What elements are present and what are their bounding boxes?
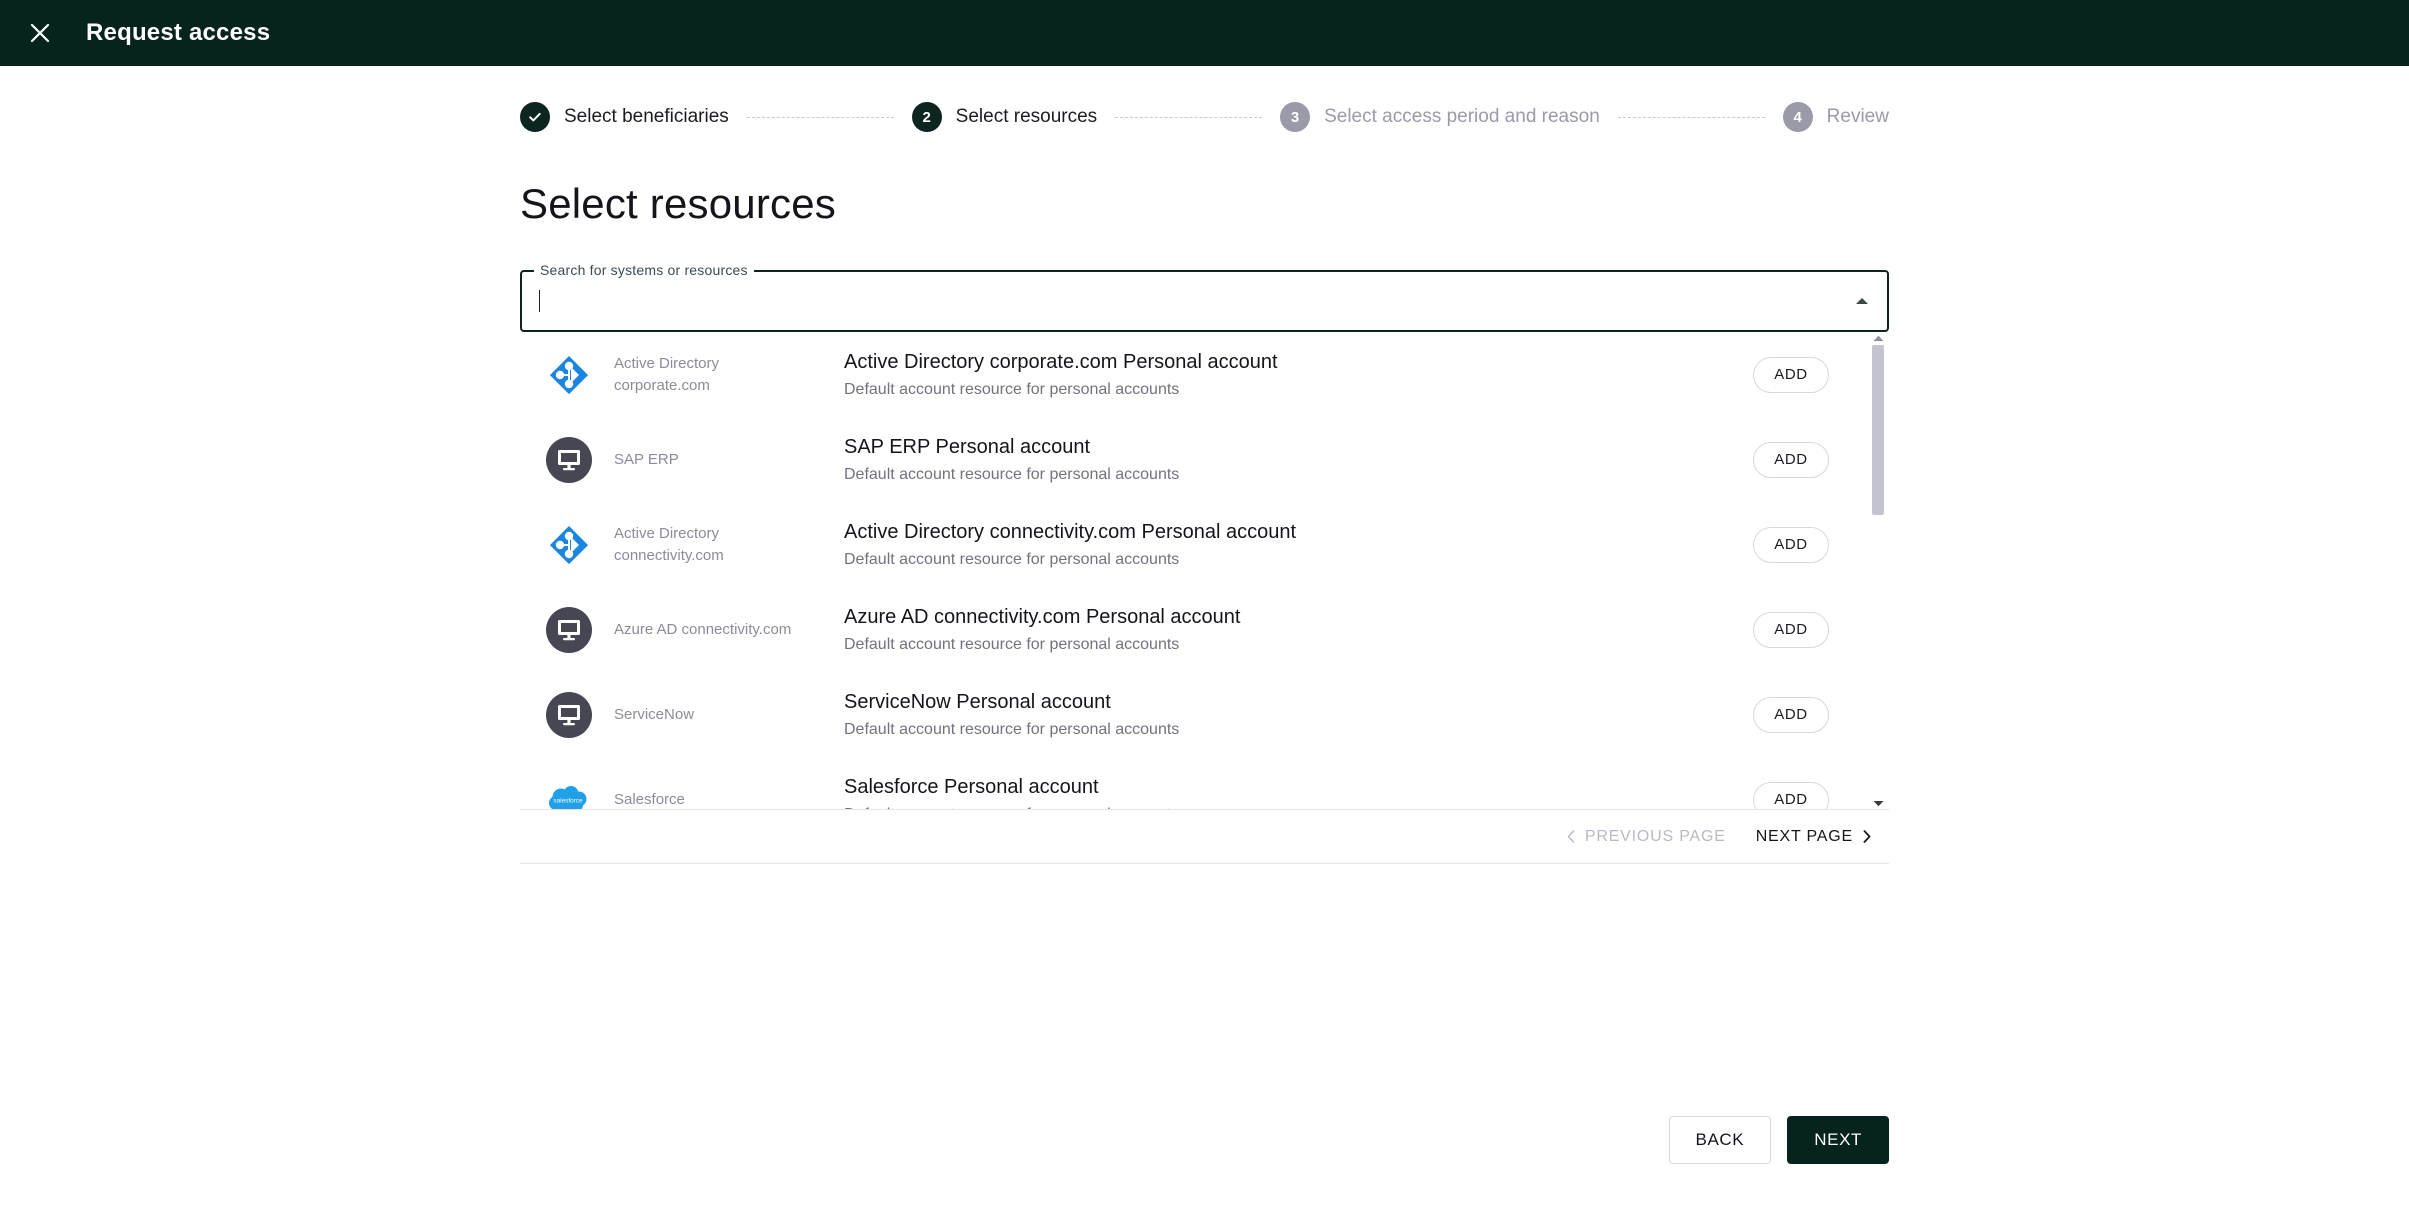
system-line-1: Active Directory	[614, 355, 719, 372]
list-item-subtitle: Default account resource for personal ac…	[844, 550, 1753, 571]
active-directory-icon	[546, 352, 592, 398]
page-title: Select resources	[520, 180, 1889, 228]
list-item-title: Active Directory corporate.com Personal …	[844, 349, 1753, 375]
system-line-1: SAP ERP	[614, 451, 679, 468]
add-button[interactable]: ADD	[1753, 442, 1829, 478]
add-button[interactable]: ADD	[1753, 527, 1829, 563]
list-item-title: Salesforce Personal account	[844, 774, 1753, 800]
list-item[interactable]: Azure AD connectivity.com Azure AD conne…	[520, 587, 1889, 672]
step-marker-3: 3	[1280, 102, 1310, 132]
app-title: Request access	[86, 19, 270, 47]
chevron-left-icon	[1567, 830, 1575, 843]
list-item-main: Salesforce Personal account Default acco…	[844, 774, 1753, 810]
check-icon	[527, 109, 543, 125]
list-item-title: ServiceNow Personal account	[844, 689, 1753, 715]
list-item-system: SAP ERP	[614, 449, 824, 471]
close-button[interactable]	[20, 13, 60, 53]
list-item-system: ServiceNow	[614, 704, 824, 726]
wizard-footer: BACK NEXT	[1669, 1116, 1889, 1164]
list-item[interactable]: salesforce Salesforce Salesforce Persona…	[520, 757, 1889, 810]
resource-search-combobox: Search for systems or resources	[520, 270, 1889, 332]
step-review[interactable]: 4 Review	[1783, 102, 1889, 132]
list-item-subtitle: Default account resource for personal ac…	[844, 805, 1753, 810]
list-item[interactable]: Active Directory connectivity.com Active…	[520, 502, 1889, 587]
step-label-4: Review	[1827, 106, 1889, 128]
system-line-1: Azure AD connectivity.com	[614, 621, 791, 638]
step-connector-2	[1115, 117, 1262, 118]
list-item-subtitle: Default account resource for personal ac…	[844, 635, 1753, 656]
system-line-1: Salesforce	[614, 791, 685, 808]
active-directory-icon	[546, 522, 592, 568]
system-line-2: connectivity.com	[614, 545, 824, 567]
monitor-icon	[546, 692, 592, 738]
list-item[interactable]: Active Directory corporate.com Active Di…	[520, 332, 1889, 417]
next-button[interactable]: NEXT	[1787, 1116, 1889, 1164]
step-label-3: Select access period and reason	[1324, 106, 1600, 128]
next-page-button[interactable]: NEXT PAGE	[1754, 824, 1873, 850]
results-scrollbar[interactable]	[1871, 332, 1885, 810]
chevron-up-icon[interactable]	[1855, 297, 1869, 306]
pagination: PREVIOUS PAGE NEXT PAGE	[520, 810, 1889, 864]
resource-results-list: Active Directory corporate.com Active Di…	[520, 332, 1889, 810]
monitor-icon	[546, 607, 592, 653]
list-item-system: Salesforce	[614, 789, 824, 810]
step-label-2: Select resources	[956, 106, 1098, 128]
list-item-system: Active Directory connectivity.com	[614, 523, 824, 567]
step-marker-4: 4	[1783, 102, 1813, 132]
step-label-1: Select beneficiaries	[564, 106, 729, 128]
previous-page-button[interactable]: PREVIOUS PAGE	[1565, 824, 1728, 850]
monitor-icon	[546, 437, 592, 483]
list-item-main: Active Directory connectivity.com Person…	[844, 519, 1753, 571]
step-marker-check	[520, 102, 550, 132]
list-item-system: Active Directory corporate.com	[614, 353, 824, 397]
scroll-down-arrow-icon[interactable]	[1873, 797, 1884, 810]
add-button[interactable]: ADD	[1753, 612, 1829, 648]
list-item-subtitle: Default account resource for personal ac…	[844, 720, 1753, 741]
close-icon	[29, 22, 51, 44]
add-button[interactable]: ADD	[1753, 697, 1829, 733]
scroll-up-arrow-icon[interactable]	[1873, 332, 1884, 345]
system-line-2: corporate.com	[614, 375, 824, 397]
list-item[interactable]: SAP ERP SAP ERP Personal account Default…	[520, 417, 1889, 502]
svg-text:salesforce: salesforce	[553, 797, 583, 804]
step-select-resources[interactable]: 2 Select resources	[912, 102, 1098, 132]
step-connector-3	[1618, 117, 1765, 118]
next-page-label: NEXT PAGE	[1756, 828, 1853, 846]
system-line-1: Active Directory	[614, 525, 719, 542]
back-button[interactable]: BACK	[1669, 1116, 1772, 1164]
chevron-right-icon	[1863, 830, 1871, 843]
previous-page-label: PREVIOUS PAGE	[1585, 828, 1726, 846]
step-select-access-period[interactable]: 3 Select access period and reason	[1280, 102, 1600, 132]
list-item-title: SAP ERP Personal account	[844, 434, 1753, 460]
text-cursor	[539, 290, 540, 312]
list-item-title: Active Directory connectivity.com Person…	[844, 519, 1753, 545]
list-item-main: Active Directory corporate.com Personal …	[844, 349, 1753, 401]
scrollbar-thumb[interactable]	[1872, 345, 1884, 515]
step-connector-1	[747, 117, 894, 118]
stepper: Select beneficiaries 2 Select resources …	[0, 66, 2409, 132]
list-item-main: ServiceNow Personal account Default acco…	[844, 689, 1753, 741]
add-button[interactable]: ADD	[1753, 782, 1829, 811]
list-item-title: Azure AD connectivity.com Personal accou…	[844, 604, 1753, 630]
list-item-subtitle: Default account resource for personal ac…	[844, 380, 1753, 401]
step-select-beneficiaries[interactable]: Select beneficiaries	[520, 102, 729, 132]
list-item-main: SAP ERP Personal account Default account…	[844, 434, 1753, 486]
list-item-system: Azure AD connectivity.com	[614, 619, 824, 641]
app-header: Request access	[0, 0, 2409, 66]
list-item-subtitle: Default account resource for personal ac…	[844, 465, 1753, 486]
scrollbar-track[interactable]	[1872, 345, 1884, 797]
list-item[interactable]: ServiceNow ServiceNow Personal account D…	[520, 672, 1889, 757]
page-body: Select resources Search for systems or r…	[0, 180, 2409, 864]
step-marker-2: 2	[912, 102, 942, 132]
list-item-main: Azure AD connectivity.com Personal accou…	[844, 604, 1753, 656]
salesforce-icon: salesforce	[546, 777, 592, 811]
search-field[interactable]: Search for systems or resources	[520, 270, 1889, 332]
add-button[interactable]: ADD	[1753, 357, 1829, 393]
system-line-1: ServiceNow	[614, 706, 694, 723]
search-input-label: Search for systems or resources	[534, 262, 754, 278]
